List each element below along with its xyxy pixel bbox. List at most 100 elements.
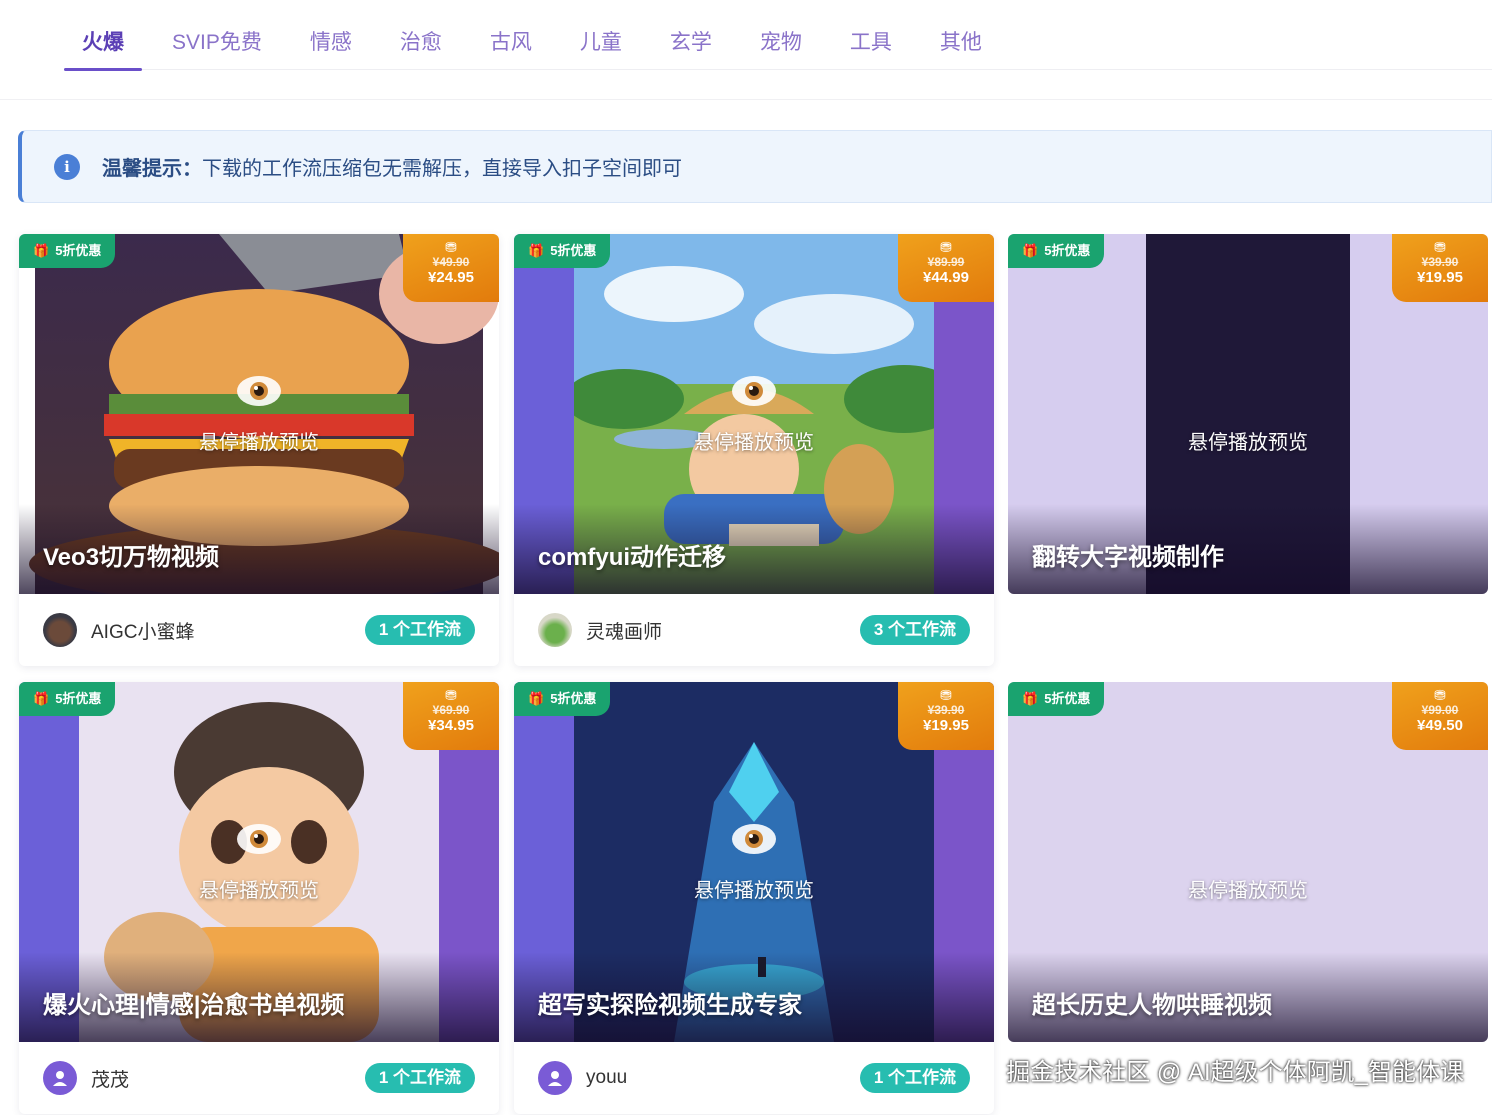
tab-emotion[interactable]: 情感 <box>310 22 352 70</box>
discount-label: 5折优惠 <box>55 691 102 706</box>
avatar[interactable] <box>43 1061 77 1095</box>
card-title: 翻转大字视频制作 <box>1032 544 1224 571</box>
discount-badge: 🎁 5折优惠 <box>19 682 116 716</box>
discount-price: ¥19.95 <box>923 717 969 734</box>
discount-badge: 🎁 5折优惠 <box>514 234 611 268</box>
avatar[interactable] <box>538 1061 572 1095</box>
coins-icon: ⛃ <box>1434 239 1446 255</box>
discount-label: 5折优惠 <box>1044 243 1091 258</box>
eye-icon <box>732 376 776 406</box>
card-footer: youu 1 个工作流 <box>514 1042 994 1114</box>
tab-svip-free[interactable]: SVIP免费 <box>172 22 262 70</box>
discount-label: 5折优惠 <box>55 243 102 258</box>
tab-mystic[interactable]: 玄学 <box>670 22 712 70</box>
tab-other[interactable]: 其他 <box>940 22 982 70</box>
card-footer: AIGC小蜜蜂 1 个工作流 <box>19 594 499 666</box>
hover-preview-hint: 悬停播放预览 <box>199 880 319 902</box>
avatar[interactable] <box>43 613 77 647</box>
discount-price: ¥44.99 <box>923 269 969 286</box>
card-preview[interactable]: 悬停播放预览 comfyui动作迁移 🎁 5折优惠 ⛃ ¥89.99 ¥44.9… <box>514 234 994 594</box>
price-badge: ⛃ ¥89.99 ¥44.99 <box>898 234 994 302</box>
card-preview[interactable]: 悬停播放预览 爆火心理|情感|治愈书单视频 🎁 5折优惠 ⛃ ¥69.90 ¥3… <box>19 682 499 1042</box>
gift-icon: 🎁 <box>528 691 545 706</box>
hover-preview-hint: 悬停播放预览 <box>694 432 814 454</box>
coins-icon: ⛃ <box>445 687 457 703</box>
gift-icon: 🎁 <box>1022 691 1039 706</box>
price-badge: ⛃ ¥99.00 ¥49.50 <box>1392 682 1488 750</box>
author-name[interactable]: 灵魂画师 <box>586 617 860 644</box>
card-title: comfyui动作迁移 <box>538 544 727 571</box>
gift-icon: 🎁 <box>33 243 50 258</box>
original-price: ¥39.90 <box>1421 255 1459 269</box>
eye-icon <box>237 824 281 854</box>
tab-hot[interactable]: 火爆 <box>64 22 142 71</box>
coins-icon: ⛃ <box>940 687 952 703</box>
card-title: Veo3切万物视频 <box>43 544 220 571</box>
gift-icon: 🎁 <box>33 691 50 706</box>
gift-icon: 🎁 <box>528 243 545 258</box>
eye-icon <box>732 824 776 854</box>
hover-preview-hint: 悬停播放预览 <box>1188 880 1308 902</box>
workflow-count-badge: 1 个工作流 <box>364 615 475 645</box>
tip-notice: i 温馨提示： 下载的工作流压缩包无需解压，直接导入扣子空间即可 <box>18 130 1492 203</box>
discount-badge: 🎁 5折优惠 <box>514 682 611 716</box>
tab-ancient[interactable]: 古风 <box>490 22 532 70</box>
author-name[interactable]: youu <box>586 1067 860 1089</box>
discount-price: ¥49.50 <box>1417 717 1463 734</box>
discount-price: ¥19.95 <box>1417 269 1463 286</box>
coins-icon: ⛃ <box>1434 687 1446 703</box>
discount-badge: 🎁 5折优惠 <box>1008 234 1105 268</box>
original-price: ¥49.90 <box>432 255 470 269</box>
workflow-count-badge: 3 个工作流 <box>859 615 970 645</box>
workflow-card[interactable]: 悬停播放预览 翻转大字视频制作 🎁 5折优惠 ⛃ ¥39.90 ¥19.95 <box>1008 234 1488 594</box>
tab-pets[interactable]: 宠物 <box>760 22 802 70</box>
card-footer: 灵魂画师 3 个工作流 <box>514 594 994 666</box>
card-title: 超写实探险视频生成专家 <box>538 992 802 1019</box>
card-preview[interactable]: 悬停播放预览 超长历史人物哄睡视频 🎁 5折优惠 ⛃ ¥99.00 ¥49.50 <box>1008 682 1488 1042</box>
tab-children[interactable]: 儿童 <box>580 22 622 70</box>
price-badge: ⛃ ¥39.90 ¥19.95 <box>1392 234 1488 302</box>
card-title: 爆火心理|情感|治愈书单视频 <box>43 992 345 1019</box>
card-title: 超长历史人物哄睡视频 <box>1032 992 1272 1019</box>
tab-healing[interactable]: 治愈 <box>400 22 442 70</box>
discount-price: ¥34.95 <box>428 717 474 734</box>
coins-icon: ⛃ <box>445 239 457 255</box>
avatar[interactable] <box>538 613 572 647</box>
category-tabs-bar: 火爆 SVIP免费 情感 治愈 古风 儿童 玄学 宠物 工具 其他 <box>0 0 1492 100</box>
price-badge: ⛃ ¥49.90 ¥24.95 <box>403 234 499 302</box>
author-name[interactable]: 茂茂 <box>91 1065 365 1092</box>
original-price: ¥99.00 <box>1421 703 1459 717</box>
gift-icon: 🎁 <box>1022 243 1039 258</box>
workflow-card[interactable]: 悬停播放预览 超长历史人物哄睡视频 🎁 5折优惠 ⛃ ¥99.00 ¥49.50 <box>1008 682 1488 1042</box>
hover-preview-hint: 悬停播放预览 <box>694 880 814 902</box>
card-preview[interactable]: 悬停播放预览 超写实探险视频生成专家 🎁 5折优惠 ⛃ ¥39.90 ¥19.9… <box>514 682 994 1042</box>
card-preview[interactable]: 悬停播放预览 翻转大字视频制作 🎁 5折优惠 ⛃ ¥39.90 ¥19.95 <box>1008 234 1488 594</box>
workflow-card[interactable]: 悬停播放预览 comfyui动作迁移 🎁 5折优惠 ⛃ ¥89.99 ¥44.9… <box>514 234 994 666</box>
eye-icon <box>237 376 281 406</box>
category-tabs: 火爆 SVIP免费 情感 治愈 古风 儿童 玄学 宠物 工具 其他 <box>64 22 1492 71</box>
workflow-count-badge: 1 个工作流 <box>859 1063 970 1093</box>
discount-badge: 🎁 5折优惠 <box>19 234 116 268</box>
watermark: 掘金技术社区 @ AI超级个体阿凯_智能体课 <box>1006 1059 1464 1086</box>
card-footer: 茂茂 1 个工作流 <box>19 1042 499 1114</box>
workflow-card[interactable]: 悬停播放预览 超写实探险视频生成专家 🎁 5折优惠 ⛃ ¥39.90 ¥19.9… <box>514 682 994 1114</box>
price-badge: ⛃ ¥69.90 ¥34.95 <box>403 682 499 750</box>
discount-label: 5折优惠 <box>550 243 597 258</box>
tab-tools[interactable]: 工具 <box>850 22 892 70</box>
coins-icon: ⛃ <box>940 239 952 255</box>
notice-text: 下载的工作流压缩包无需解压，直接导入扣子空间即可 <box>202 158 682 180</box>
hover-preview-hint: 悬停播放预览 <box>1188 432 1308 454</box>
discount-badge: 🎁 5折优惠 <box>1008 682 1105 716</box>
hover-preview-hint: 悬停播放预览 <box>199 432 319 454</box>
card-preview[interactable]: 悬停播放预览 Veo3切万物视频 🎁 5折优惠 ⛃ ¥49.90 ¥24.95 <box>19 234 499 594</box>
original-price: ¥69.90 <box>432 703 470 717</box>
workflow-card[interactable]: 悬停播放预览 爆火心理|情感|治愈书单视频 🎁 5折优惠 ⛃ ¥69.90 ¥3… <box>19 682 499 1114</box>
notice-title: 温馨提示： <box>102 158 202 180</box>
discount-price: ¥24.95 <box>428 269 474 286</box>
discount-label: 5折优惠 <box>1044 691 1091 706</box>
discount-label: 5折优惠 <box>550 691 597 706</box>
price-badge: ⛃ ¥39.90 ¥19.95 <box>898 682 994 750</box>
original-price: ¥39.90 <box>927 703 965 717</box>
workflow-card[interactable]: 悬停播放预览 Veo3切万物视频 🎁 5折优惠 ⛃ ¥49.90 ¥24.95 … <box>19 234 499 666</box>
author-name[interactable]: AIGC小蜜蜂 <box>91 617 365 644</box>
